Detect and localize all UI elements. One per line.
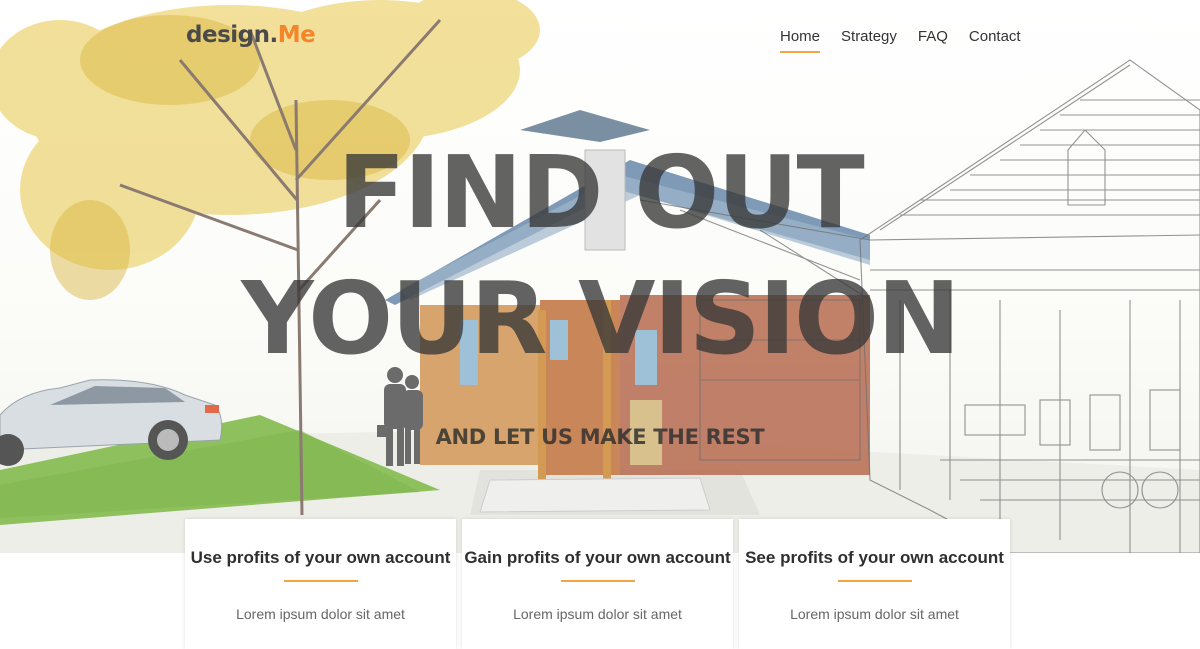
hero-section: design.Me Home Strategy FAQ Contact FIND… bbox=[0, 0, 1200, 553]
card-text: Lorem ipsum dolor sit amet bbox=[790, 606, 959, 622]
nav-faq[interactable]: FAQ bbox=[918, 28, 948, 54]
feature-card: See profits of your own account Lorem ip… bbox=[739, 519, 1010, 649]
nav-strategy[interactable]: Strategy bbox=[841, 28, 897, 54]
card-divider bbox=[560, 580, 635, 582]
card-divider bbox=[283, 580, 358, 582]
card-title: Use profits of your own account bbox=[190, 548, 451, 567]
card-divider bbox=[837, 580, 912, 582]
card-title: See profits of your own account bbox=[745, 548, 1004, 567]
card-title: Gain profits of your own account bbox=[464, 548, 731, 567]
card-text: Lorem ipsum dolor sit amet bbox=[236, 606, 405, 622]
card-text: Lorem ipsum dolor sit amet bbox=[513, 606, 682, 622]
feature-card: Gain profits of your own account Lorem i… bbox=[462, 519, 733, 649]
nav-home[interactable]: Home bbox=[780, 28, 821, 54]
main-nav: Home Strategy FAQ Contact bbox=[780, 28, 1021, 54]
hero-headline: FIND OUT YOUR VISION bbox=[0, 130, 1200, 382]
nav-contact[interactable]: Contact bbox=[969, 28, 1021, 54]
hero-headline-line2: YOUR VISION bbox=[241, 260, 960, 377]
hero-subheadline: AND LET US MAKE THE REST bbox=[435, 425, 765, 449]
brand-logo[interactable]: design.Me bbox=[186, 22, 316, 48]
hero-headline-line1: FIND OUT bbox=[337, 134, 864, 251]
feature-card: Use profits of your own account Lorem ip… bbox=[185, 519, 456, 649]
